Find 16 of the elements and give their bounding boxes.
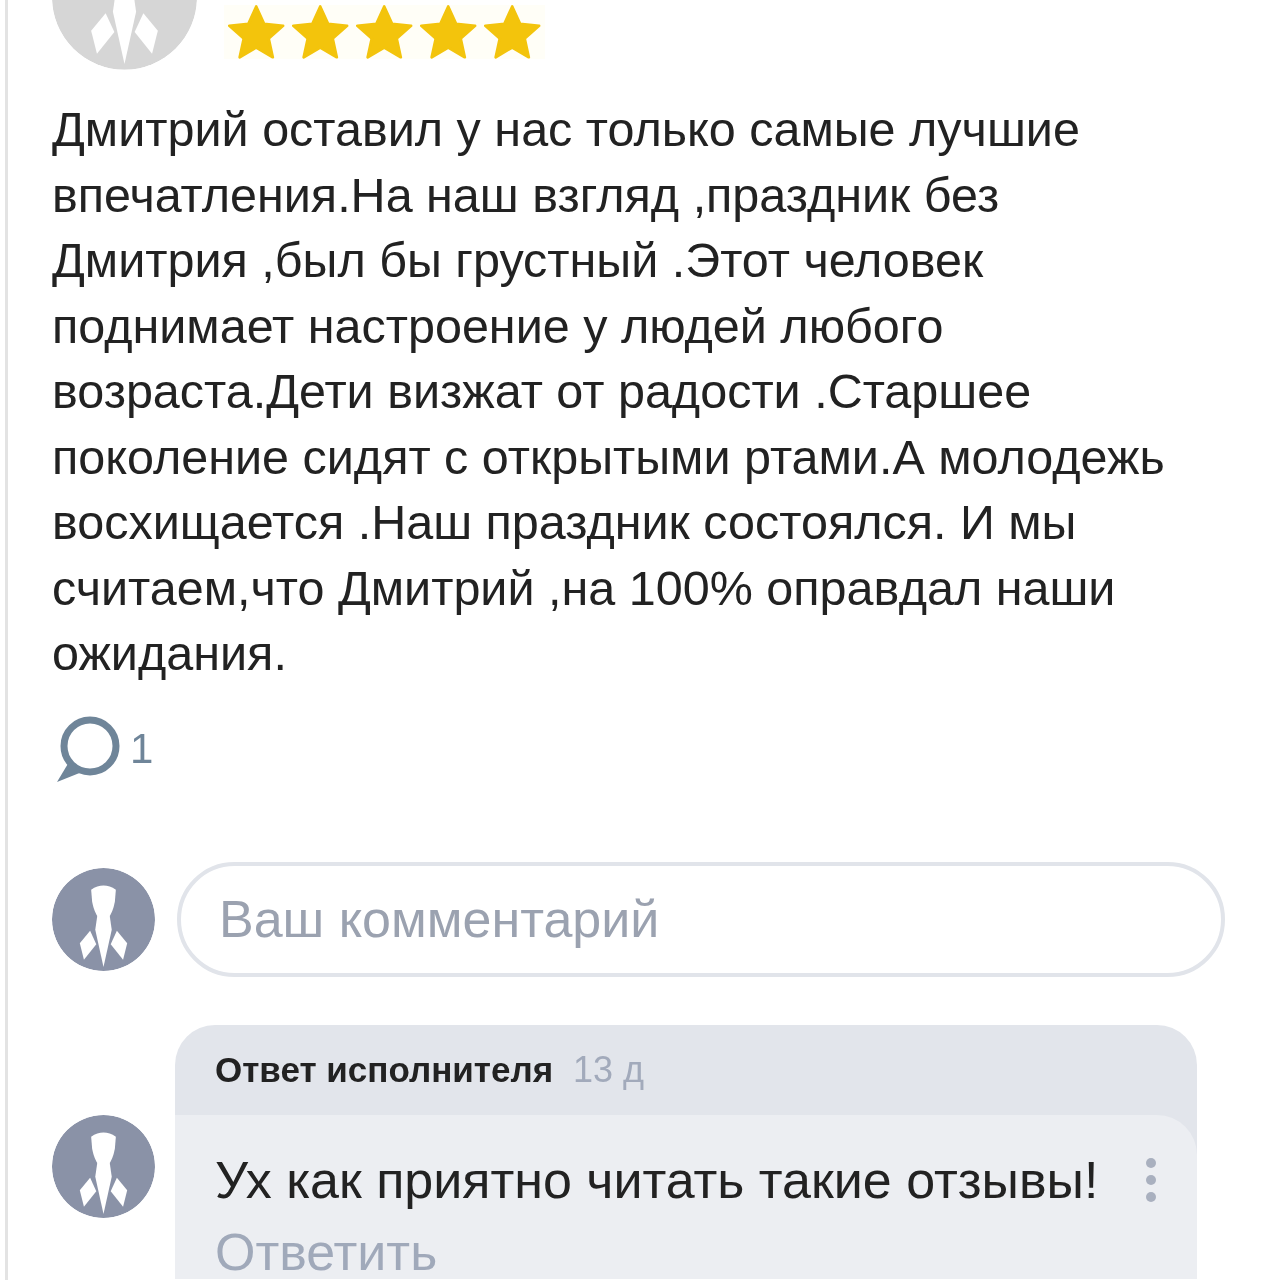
comment-input[interactable]: Ваш комментарий bbox=[177, 861, 1225, 977]
review-text: Дмитрий оставил у нас только самые лучшие впечатления.На наш взгляд ,праздник без Дмитрия ,был бы грустный .Этот человек поднимает настроение у людей любого возраста.Дети визжат от радости .Старшее поколение сидят с открытыми ртами.А молодежь восхищается .Наш праздник состоялся. И мы считаем,что Дмитрий ,на 100% оправдал наши ожидания. bbox=[52, 101, 1166, 682]
avatar-icon bbox=[52, 0, 197, 70]
star-icon bbox=[484, 5, 541, 59]
reply-author: Ответ исполнителя bbox=[215, 1049, 554, 1090]
star-icon bbox=[356, 5, 413, 59]
more-icon[interactable] bbox=[1145, 1156, 1157, 1203]
star-icon bbox=[228, 5, 285, 59]
star-icon bbox=[292, 5, 349, 59]
avatar-icon bbox=[52, 1114, 155, 1218]
reply-link[interactable]: Ответить bbox=[215, 1225, 438, 1279]
comments-button[interactable]: 1 bbox=[52, 711, 154, 786]
reply-text: Ух как приятно читать такие отзывы! bbox=[215, 1149, 1100, 1210]
star-icon bbox=[420, 5, 477, 59]
reply-age: 13 д bbox=[573, 1048, 645, 1091]
avatar-icon bbox=[52, 867, 155, 971]
